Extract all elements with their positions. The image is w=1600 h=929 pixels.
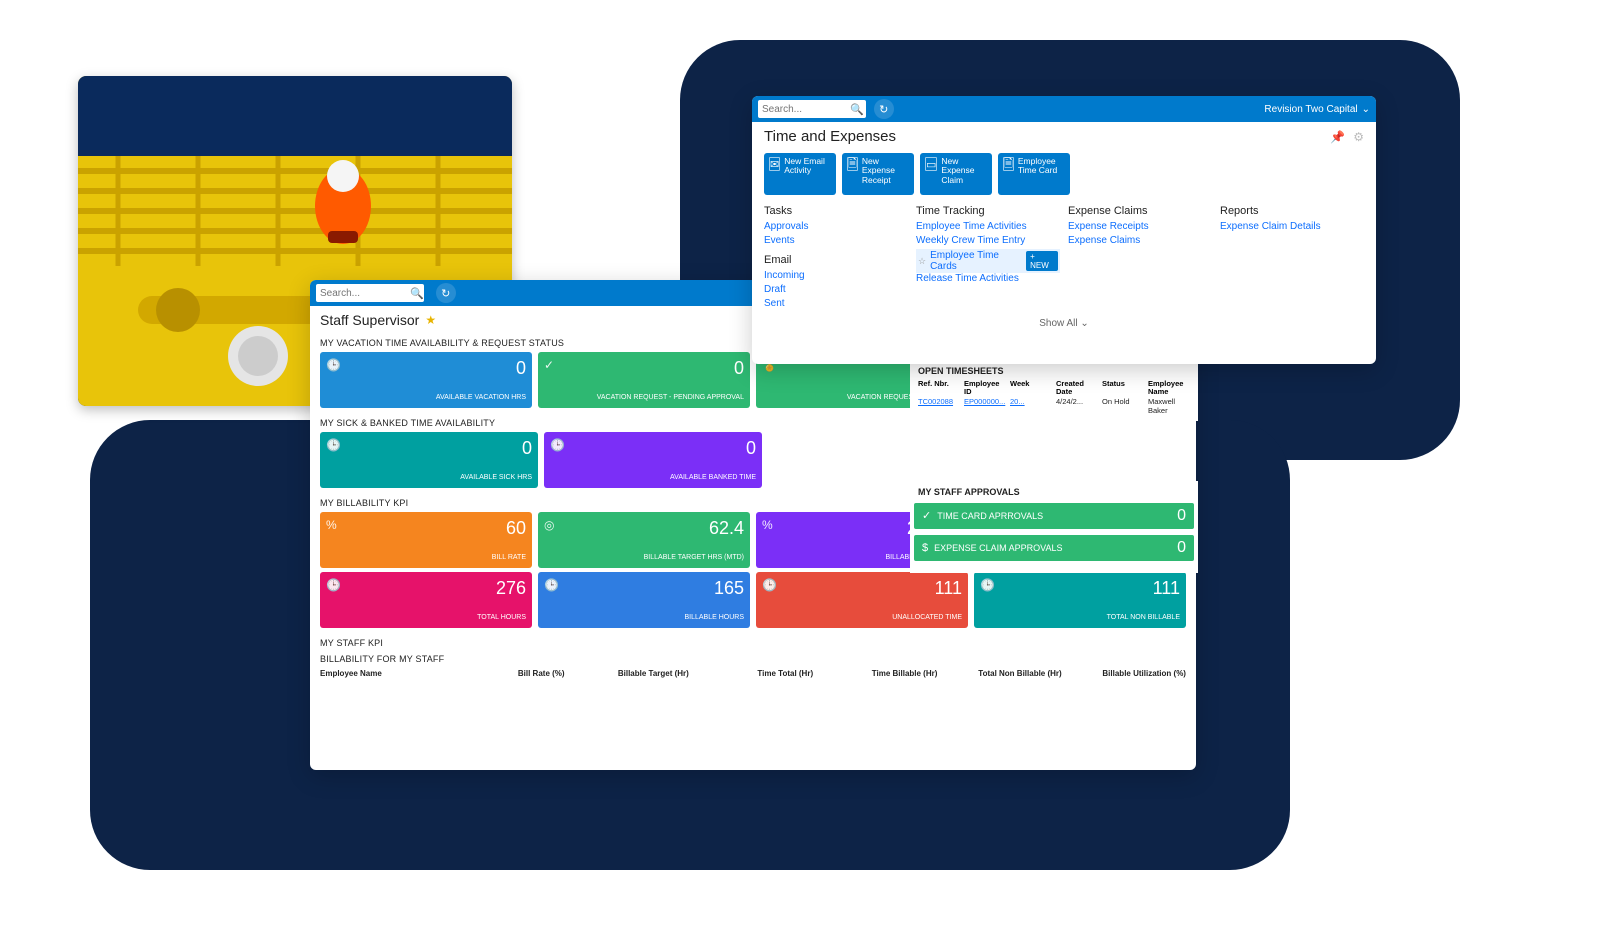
search-input[interactable] xyxy=(316,284,424,302)
chevron-down-icon: ⌄ xyxy=(1080,318,1088,329)
link-weekly-crew[interactable]: Weekly Crew Time Entry xyxy=(916,235,1060,246)
employee-time-card-button[interactable]: 🗎Employee Time Card xyxy=(998,153,1070,195)
approvals-title: MY STAFF APPROVALS xyxy=(918,487,1198,497)
link-emp-time-activities[interactable]: Employee Time Activities xyxy=(916,221,1060,232)
time-expenses-panel: 🔍 ↻ Revision Two Capital ⌄ Time and Expe… xyxy=(752,96,1376,364)
tile-billable-hours[interactable]: 🕒165BILLABLE HOURS xyxy=(538,572,750,628)
mail-icon: ✉ xyxy=(769,157,780,171)
open-timesheets: OPEN TIMESHEETS Ref. Nbr.Employee IDWeek… xyxy=(910,360,1198,421)
chevron-down-icon: ⌄ xyxy=(1362,104,1370,115)
tile-vacation-pending[interactable]: ✓0VACATION REQUEST - PENDING APPROVAL xyxy=(538,352,750,408)
new-expense-claim-button[interactable]: ▭New Expense Claim xyxy=(920,153,992,195)
new-expense-receipt-button[interactable]: 🗎New Expense Receipt xyxy=(842,153,914,195)
pin-icon[interactable]: 📌 xyxy=(1330,130,1345,144)
col-header: Time Tracking xyxy=(916,205,1060,217)
reports-column: Reports Expense Claim Details xyxy=(1220,205,1364,312)
percent-icon: % xyxy=(326,518,337,532)
action-buttons: ✉New Email Activity 🗎New Expense Receipt… xyxy=(752,153,1376,205)
approval-expense[interactable]: $ EXPENSE CLAIM APPROVALS 0 xyxy=(914,535,1194,561)
ts-header: Ref. Nbr.Employee IDWeekCreated DateStat… xyxy=(918,380,1190,397)
refresh-icon[interactable]: ↻ xyxy=(436,283,456,303)
tile-unallocated[interactable]: 🕒111UNALLOCATED TIME xyxy=(756,572,968,628)
link-expense-claim-details[interactable]: Expense Claim Details xyxy=(1220,221,1364,232)
page-title: Staff Supervisor xyxy=(320,312,419,328)
link-approvals[interactable]: Approvals xyxy=(764,221,908,232)
link-incoming[interactable]: Incoming xyxy=(764,270,908,281)
link-draft[interactable]: Draft xyxy=(764,284,908,295)
clock-icon: 🕒 xyxy=(326,438,341,452)
target-icon: ◎ xyxy=(544,518,554,532)
new-email-activity-button[interactable]: ✉New Email Activity xyxy=(764,153,836,195)
clock-icon: 🕒 xyxy=(326,358,341,372)
check-icon: ✓ xyxy=(544,358,554,372)
tile-billable-target[interactable]: ◎62.4BILLABLE TARGET HRS (MTD) xyxy=(538,512,750,568)
link-events[interactable]: Events xyxy=(764,235,908,246)
staff-table-header: Employee Name Bill Rate (%) Billable Tar… xyxy=(310,668,1196,681)
clock-icon: 🕒 xyxy=(762,578,777,592)
section-staff-kpi: MY STAFF KPI xyxy=(310,632,1196,652)
open-ts-title: OPEN TIMESHEETS xyxy=(918,366,1190,376)
star-icon[interactable]: ★ xyxy=(425,313,436,327)
page-title: Time and Expenses xyxy=(764,128,1322,145)
gear-icon[interactable]: ⚙ xyxy=(1353,130,1364,144)
file-icon: 🗎 xyxy=(1003,157,1014,171)
percent-icon: % xyxy=(762,518,773,532)
clock-icon: 🕒 xyxy=(550,438,565,452)
col-header-email: Email xyxy=(764,254,908,266)
tile-bill-rate[interactable]: %60BILL RATE xyxy=(320,512,532,568)
link-expense-claims[interactable]: Expense Claims xyxy=(1068,235,1212,246)
clock-icon: 🕒 xyxy=(980,578,995,592)
week-link[interactable]: 20... xyxy=(1010,397,1025,406)
link-sent[interactable]: Sent xyxy=(764,298,908,309)
dash-b-topbar: 🔍 ↻ Revision Two Capital ⌄ xyxy=(752,96,1376,122)
link-expense-receipts[interactable]: Expense Receipts xyxy=(1068,221,1212,232)
tile-sick-hrs[interactable]: 🕒0AVAILABLE SICK HRS xyxy=(320,432,538,488)
dash-right-column: OPEN TIMESHEETS Ref. Nbr.Employee IDWeek… xyxy=(910,360,1198,573)
link-release-time[interactable]: Release Time Activities xyxy=(916,273,1060,284)
link-emp-time-cards-row: ☆ Employee Time Cards + NEW xyxy=(916,249,1060,273)
company-selector[interactable]: Revision Two Capital ⌄ xyxy=(1264,104,1370,115)
search-icon[interactable]: 🔍 xyxy=(410,287,424,300)
tile-total-hours[interactable]: 🕒276TOTAL HOURS xyxy=(320,572,532,628)
col-header: Expense Claims xyxy=(1068,205,1212,217)
tasks-column: Tasks Approvals Events Email Incoming Dr… xyxy=(764,205,908,312)
check-icon: ✓ xyxy=(922,509,931,522)
file-icon: 🗎 xyxy=(847,157,858,171)
star-icon[interactable]: ☆ xyxy=(918,256,926,267)
staff-approvals: MY STAFF APPROVALS ✓ TIME CARD APRROVALS… xyxy=(910,481,1198,573)
tile-available-vacation[interactable]: 🕒0AVAILABLE VACATION HRS xyxy=(320,352,532,408)
search-icon[interactable]: 🔍 xyxy=(850,103,864,116)
approval-timecard[interactable]: ✓ TIME CARD APRROVALS 0 xyxy=(914,503,1194,529)
col-header: Reports xyxy=(1220,205,1364,217)
col-header: Tasks xyxy=(764,205,908,217)
refresh-icon[interactable]: ↻ xyxy=(874,99,894,119)
new-badge[interactable]: + NEW xyxy=(1026,251,1058,271)
expense-claims-column: Expense Claims Expense Receipts Expense … xyxy=(1068,205,1212,312)
time-tracking-column: Time Tracking Employee Time Activities W… xyxy=(916,205,1060,312)
dollar-icon: $ xyxy=(922,542,928,554)
tile-banked-time[interactable]: 🕒0AVAILABLE BANKED TIME xyxy=(544,432,762,488)
show-all-button[interactable]: Show All ⌄ xyxy=(752,312,1376,335)
section-bill-staff: BILLABILITY FOR MY STAFF xyxy=(310,652,1196,668)
ref-link[interactable]: TC002088 xyxy=(918,397,953,406)
ts-row[interactable]: TC002088 EP000000... 20... 4/24/2... On … xyxy=(918,397,1190,415)
emp-link[interactable]: EP000000... xyxy=(964,397,1005,406)
link-emp-time-cards[interactable]: Employee Time Cards xyxy=(930,250,1022,272)
clock-icon: 🕒 xyxy=(326,578,341,592)
clock-icon: 🕒 xyxy=(544,578,559,592)
tile-non-billable[interactable]: 🕒111TOTAL NON BILLABLE xyxy=(974,572,1186,628)
card-icon: ▭ xyxy=(925,157,937,171)
